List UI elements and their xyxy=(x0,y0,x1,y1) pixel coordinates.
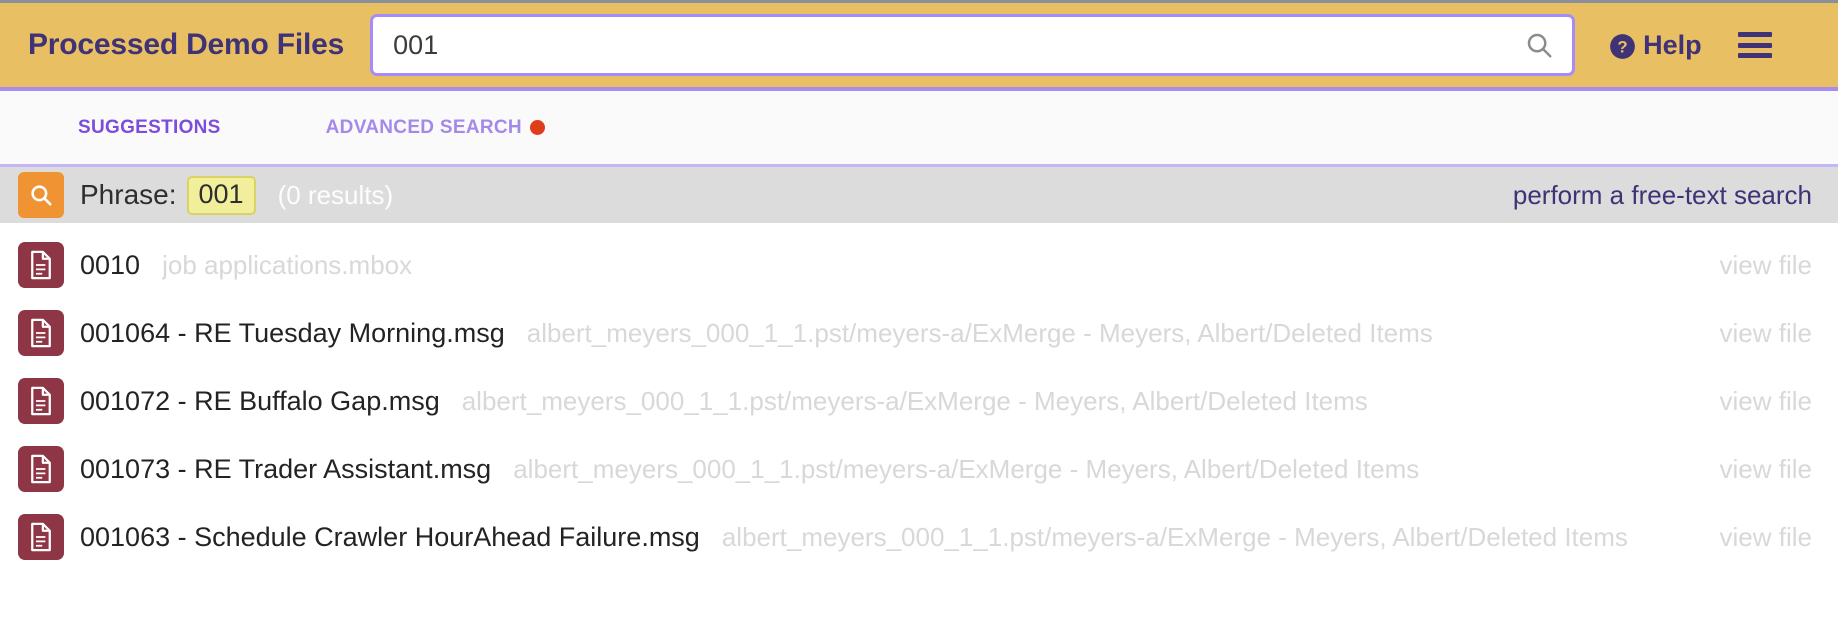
result-path: albert_meyers_000_1_1.pst/meyers-a/ExMer… xyxy=(721,521,1628,552)
result-row[interactable]: 001063 - Schedule Crawler HourAhead Fail… xyxy=(0,503,1838,571)
app-window: Processed Demo Files ? Help xyxy=(0,0,1838,626)
document-file-icon xyxy=(18,446,64,492)
perform-free-text-search-link[interactable]: perform a free-text search xyxy=(1513,180,1812,211)
status-badge xyxy=(529,120,545,135)
help-label: Help xyxy=(1643,29,1702,60)
search-icon xyxy=(31,185,52,206)
document-file-icon xyxy=(18,242,64,288)
result-row[interactable]: 001064 - RE Tuesday Morning.msg albert_m… xyxy=(0,299,1838,367)
result-row[interactable]: 001072 - RE Buffalo Gap.msg albert_meyer… xyxy=(0,367,1838,435)
tab-suggestions[interactable]: SUGGESTIONS xyxy=(78,117,221,139)
phrase-value-chip: 001 xyxy=(186,175,256,215)
view-file-link[interactable]: view file xyxy=(1720,454,1812,485)
phrase-summary-bar: Phrase: 001 (0 results) perform a free-t… xyxy=(0,167,1838,223)
result-title: 001072 - RE Buffalo Gap.msg xyxy=(80,385,440,416)
app-header: Processed Demo Files ? Help xyxy=(0,3,1838,91)
view-file-link[interactable]: view file xyxy=(1720,386,1812,417)
hamburger-menu-icon[interactable] xyxy=(1737,32,1772,58)
view-file-link[interactable]: view file xyxy=(1720,250,1812,281)
tab-suggestions-label: SUGGESTIONS xyxy=(78,116,221,138)
question-circle-icon: ? xyxy=(1609,31,1636,60)
run-phrase-search-button[interactable] xyxy=(18,172,64,218)
help-button[interactable]: ? Help xyxy=(1609,30,1702,61)
document-file-icon xyxy=(18,310,64,356)
result-title: 001064 - RE Tuesday Morning.msg xyxy=(80,317,505,348)
view-file-link[interactable]: view file xyxy=(1720,318,1812,349)
document-file-icon xyxy=(18,514,64,560)
page-title: Processed Demo Files xyxy=(28,28,345,61)
view-file-link[interactable]: view file xyxy=(1720,522,1812,553)
tab-advanced-search[interactable]: ADVANCED SEARCH xyxy=(326,117,545,139)
result-path: albert_meyers_000_1_1.pst/meyers-a/ExMer… xyxy=(526,317,1433,348)
tab-advanced-search-label: ADVANCED SEARCH xyxy=(325,116,522,138)
result-path: albert_meyers_000_1_1.pst/meyers-a/ExMer… xyxy=(461,385,1368,416)
search-box[interactable] xyxy=(370,14,1576,76)
results-list: 0010 job applications.mbox view file 001… xyxy=(0,223,1838,571)
svg-text:?: ? xyxy=(1618,37,1628,56)
search-icon[interactable] xyxy=(1524,30,1554,60)
result-title: 001073 - RE Trader Assistant.msg xyxy=(80,453,492,484)
result-row[interactable]: 001073 - RE Trader Assistant.msg albert_… xyxy=(0,435,1838,503)
result-path: albert_meyers_000_1_1.pst/meyers-a/ExMer… xyxy=(513,453,1420,484)
phrase-label: Phrase: xyxy=(80,179,177,210)
result-title: 001063 - Schedule Crawler HourAhead Fail… xyxy=(80,521,700,552)
result-row[interactable]: 0010 job applications.mbox view file xyxy=(0,231,1838,299)
search-input[interactable] xyxy=(393,29,1525,61)
document-file-icon xyxy=(18,378,64,424)
result-title: 0010 xyxy=(80,249,141,280)
result-path: job applications.mbox xyxy=(162,249,413,280)
tab-bar: SUGGESTIONS ADVANCED SEARCH xyxy=(0,91,1838,167)
results-count: (0 results) xyxy=(277,179,394,210)
